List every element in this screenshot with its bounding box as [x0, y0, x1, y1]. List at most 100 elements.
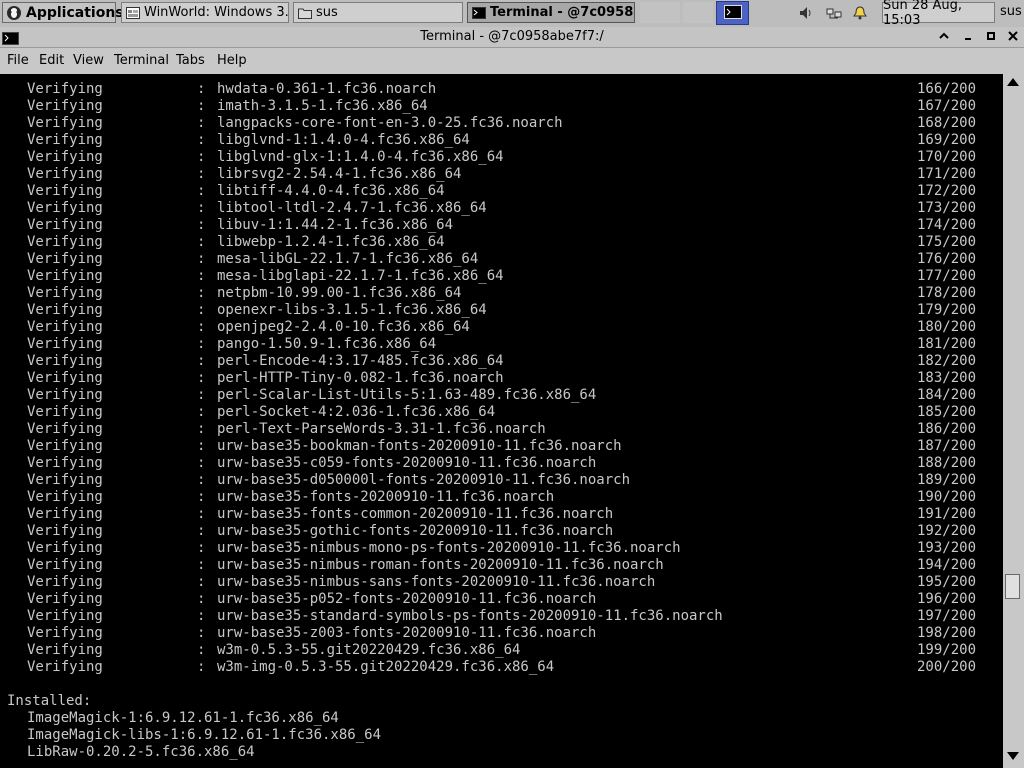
browser-window-icon — [126, 6, 140, 19]
verify-package: urw-base35-nimbus-mono-ps-fonts-20200910… — [217, 540, 681, 556]
verify-package: mesa-libglapi-22.1.7-1.fc36.x86_64 — [217, 268, 504, 284]
notification-bell-icon[interactable] — [852, 5, 868, 21]
terminal-line: Verifying: urw-base35-nimbus-sans-fonts-2… — [0, 574, 1003, 591]
scroll-down-arrow-icon[interactable] — [1007, 752, 1019, 760]
verify-colon: : — [197, 132, 206, 148]
terminal-line: Verifying: urw-base35-c059-fonts-20200910… — [0, 455, 1003, 472]
verify-colon: : — [197, 591, 206, 607]
verify-progress: 187/200 — [917, 438, 977, 454]
verify-word: Verifying — [27, 268, 103, 284]
terminal-icon — [723, 4, 742, 23]
verify-progress: 180/200 — [917, 319, 977, 335]
terminal-line: Verifying: perl-HTTP-Tiny-0.082-1.fc36.no… — [0, 370, 1003, 387]
network-icon[interactable] — [826, 5, 842, 21]
menu-help[interactable]: Help — [217, 53, 247, 68]
terminal-line: Verifying: librsvg2-2.54.4-1.fc36.x86_64 1… — [0, 166, 1003, 183]
terminal-line: Verifying: libglvnd-glx-1:1.4.0-4.fc36.x8… — [0, 149, 1003, 166]
close-icon[interactable] — [1005, 29, 1021, 45]
verify-colon: : — [197, 149, 206, 165]
taskbar-item-winworld[interactable]: WinWorld: Windows 3.... — [121, 2, 289, 23]
verify-word: Verifying — [27, 251, 103, 267]
maximize-icon[interactable] — [983, 29, 999, 45]
verify-package: urw-base35-bookman-fonts-20200910-11.fc3… — [217, 438, 622, 454]
terminal-line: Verifying: perl-Encode-4:3.17-485.fc36.x8… — [0, 353, 1003, 370]
workspace-switcher[interactable] — [716, 1, 749, 25]
verify-package: imath-3.1.5-1.fc36.x86_64 — [217, 98, 428, 114]
verify-colon: : — [197, 455, 206, 471]
scrollbar-thumb[interactable] — [1005, 574, 1020, 599]
menu-file[interactable]: File — [7, 53, 29, 68]
maximize-arrow-icon[interactable] — [936, 29, 952, 45]
terminal-line: Verifying: libwebp-1.2.4-1.fc36.x86_64 175… — [0, 234, 1003, 251]
verify-package: perl-Socket-4:2.036-1.fc36.x86_64 — [217, 404, 496, 420]
terminal-line: Verifying: urw-base35-p052-fonts-20200910… — [0, 591, 1003, 608]
installed-package-name: LibRaw-0.20.2-5.fc36.x86_64 — [27, 744, 255, 760]
window-title: Terminal - @7c0958abe7f7:/ — [420, 29, 604, 44]
verify-word: Verifying — [27, 659, 103, 675]
verify-progress: 196/200 — [917, 591, 977, 607]
verify-colon: : — [197, 523, 206, 539]
verify-progress: 185/200 — [917, 404, 977, 420]
verify-colon: : — [197, 268, 206, 284]
verify-package: libuv-1:1.44.2-1.fc36.x86_64 — [217, 217, 454, 233]
top-panel: Applications WinWorld: Windows 3.... sus… — [0, 0, 1024, 28]
menu-view[interactable]: View — [73, 53, 104, 68]
verify-word: Verifying — [27, 81, 103, 97]
verify-colon: : — [197, 183, 206, 199]
verify-progress: 190/200 — [917, 489, 977, 505]
verify-word: Verifying — [27, 472, 103, 488]
verify-colon: : — [197, 336, 206, 352]
panel-separator — [683, 2, 713, 23]
minimize-icon[interactable] — [960, 29, 976, 45]
verify-word: Verifying — [27, 234, 103, 250]
applications-menu-button[interactable]: Applications — [2, 2, 124, 23]
verify-word: Verifying — [27, 387, 103, 403]
verify-word: Verifying — [27, 438, 103, 454]
verify-colon: : — [197, 574, 206, 590]
verify-colon: : — [197, 387, 206, 403]
verify-word: Verifying — [27, 302, 103, 318]
verify-colon: : — [197, 115, 206, 131]
verify-package: perl-Encode-4:3.17-485.fc36.x86_64 — [217, 353, 504, 369]
verify-package: perl-HTTP-Tiny-0.082-1.fc36.noarch — [217, 370, 504, 386]
verify-package: mesa-libGL-22.1.7-1.fc36.x86_64 — [217, 251, 479, 267]
verify-progress: 173/200 — [917, 200, 977, 216]
verify-word: Verifying — [27, 353, 103, 369]
verify-package: urw-base35-c059-fonts-20200910-11.fc36.n… — [217, 455, 597, 471]
verify-progress: 194/200 — [917, 557, 977, 573]
verify-progress: 195/200 — [917, 574, 977, 590]
menu-edit[interactable]: Edit — [39, 53, 64, 68]
menu-tabs[interactable]: Tabs — [176, 53, 205, 68]
menu-terminal[interactable]: Terminal — [114, 53, 169, 68]
verify-package: libtiff-4.4.0-4.fc36.x86_64 — [217, 183, 445, 199]
verify-package: w3m-0.5.3-55.git20220429.fc36.x86_64 — [217, 642, 521, 658]
verify-progress: 191/200 — [917, 506, 977, 522]
clock[interactable]: Sun 28 Aug, 15:03 — [882, 0, 995, 28]
terminal-line: Verifying: perl-Socket-4:2.036-1.fc36.x86… — [0, 404, 1003, 421]
terminal-output[interactable]: Verifying:harfbuzz-5.1.0-1.fc36.x86_6416… — [0, 74, 1003, 768]
taskbar-item-terminal[interactable]: Terminal - @7c0958... — [467, 2, 635, 23]
scroll-up-arrow-icon[interactable] — [1007, 78, 1019, 86]
verify-colon: : — [197, 353, 206, 369]
verify-colon: : — [197, 302, 206, 318]
verify-progress: 199/200 — [917, 642, 977, 658]
verify-progress: 169/200 — [917, 132, 977, 148]
verify-word: Verifying — [27, 132, 103, 148]
user-menu[interactable]: sus — [1000, 4, 1022, 19]
verify-colon: : — [197, 285, 206, 301]
verify-package: perl-Scalar-List-Utils-5:1.63-489.fc36.x… — [217, 387, 597, 403]
verify-word: Verifying — [27, 574, 103, 590]
verify-word: Verifying — [27, 489, 103, 505]
terminal-line: Verifying: libglvnd-1:1.4.0-4.fc36.x86_64… — [0, 132, 1003, 149]
verify-colon: : — [197, 489, 206, 505]
verify-word: Verifying — [27, 200, 103, 216]
volume-icon[interactable] — [798, 5, 814, 21]
terminal-line: Verifying: libtiff-4.4.0-4.fc36.x86_64 172… — [0, 183, 1003, 200]
taskbar-item-sus[interactable]: sus — [293, 2, 463, 23]
verify-progress: 170/200 — [917, 149, 977, 165]
vertical-scrollbar[interactable] — [1003, 74, 1024, 768]
window-titlebar[interactable]: Terminal - @7c0958abe7f7:/ — [0, 27, 1024, 48]
verify-progress: 178/200 — [917, 285, 977, 301]
verify-progress: 179/200 — [917, 302, 977, 318]
verify-package: urw-base35-fonts-common-20200910-11.fc36… — [217, 506, 614, 522]
